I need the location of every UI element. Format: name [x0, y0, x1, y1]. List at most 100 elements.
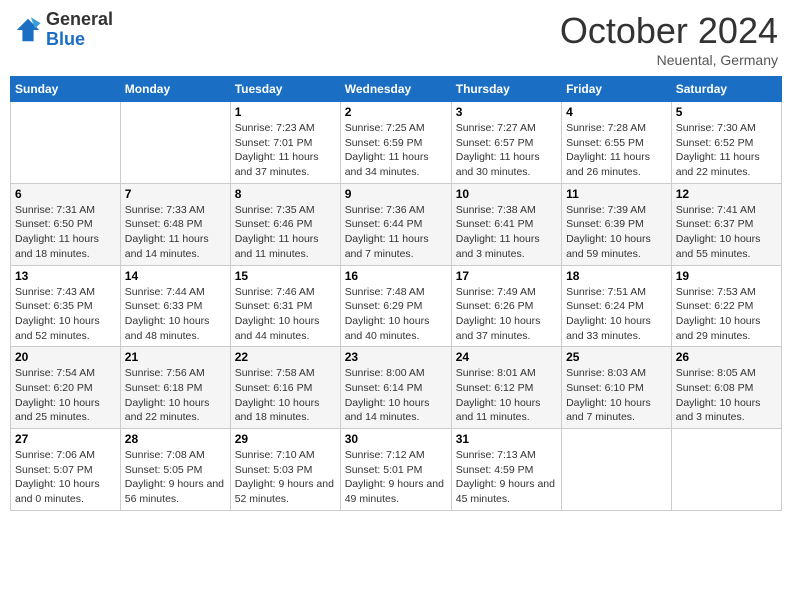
calendar-cell: 2Sunrise: 7:25 AMSunset: 6:59 PMDaylight…: [340, 102, 451, 184]
day-number: 29: [235, 432, 336, 446]
calendar-cell: 18 Sunrise: 7:51 AMSunset: 6:24 PMDayligh…: [562, 265, 672, 347]
calendar-cell: 7 Sunrise: 7:33 AMSunset: 6:48 PMDaylight…: [120, 183, 230, 265]
day-number: 28: [125, 432, 226, 446]
logo-blue-text: Blue: [46, 29, 85, 49]
calendar-cell: [120, 102, 230, 184]
day-info: Sunrise: 7:12 AMSunset: 5:01 PMDaylight:…: [345, 448, 447, 507]
calendar-cell: 21 Sunrise: 7:56 AMSunset: 6:18 PMDayligh…: [120, 347, 230, 429]
month-title: October 2024: [560, 10, 778, 52]
calendar-week-2: 6 Sunrise: 7:31 AMSunset: 6:50 PMDaylight…: [11, 183, 782, 265]
calendar-week-4: 20 Sunrise: 7:54 AMSunset: 6:20 PMDayligh…: [11, 347, 782, 429]
calendar-cell: 3Sunrise: 7:27 AMSunset: 6:57 PMDaylight…: [451, 102, 561, 184]
day-number: 13: [15, 269, 116, 283]
day-info: Sunrise: 7:54 AMSunset: 6:20 PMDaylight:…: [15, 366, 116, 425]
calendar-cell: 5Sunrise: 7:30 AMSunset: 6:52 PMDaylight…: [671, 102, 781, 184]
calendar-cell: 16 Sunrise: 7:48 AMSunset: 6:29 PMDayligh…: [340, 265, 451, 347]
calendar-cell: 22Sunrise: 7:58 AMSunset: 6:16 PMDayligh…: [230, 347, 340, 429]
day-number: 12: [676, 187, 777, 201]
day-info: Sunrise: 8:01 AMSunset: 6:12 PMDaylight:…: [456, 366, 557, 425]
day-info: Sunrise: 8:00 AMSunset: 6:14 PMDaylight:…: [345, 366, 447, 425]
day-info: Sunrise: 7:44 AMSunset: 6:33 PMDaylight:…: [125, 285, 226, 344]
calendar-table: SundayMondayTuesdayWednesdayThursdayFrid…: [10, 76, 782, 511]
calendar-cell: 19Sunrise: 7:53 AMSunset: 6:22 PMDayligh…: [671, 265, 781, 347]
day-number: 18: [566, 269, 667, 283]
weekday-header-tuesday: Tuesday: [230, 77, 340, 102]
day-info: Sunrise: 7:43 AMSunset: 6:35 PMDaylight:…: [15, 285, 116, 344]
day-number: 27: [15, 432, 116, 446]
day-number: 2: [345, 105, 447, 119]
day-number: 11: [566, 187, 667, 201]
day-info: Sunrise: 7:48 AMSunset: 6:29 PMDaylight:…: [345, 285, 447, 344]
day-info: Sunrise: 8:03 AMSunset: 6:10 PMDaylight:…: [566, 366, 667, 425]
logo-general-text: General: [46, 9, 113, 29]
day-number: 15: [235, 269, 336, 283]
day-number: 21: [125, 350, 226, 364]
calendar-cell: 6 Sunrise: 7:31 AMSunset: 6:50 PMDaylight…: [11, 183, 121, 265]
day-info: Sunrise: 7:27 AMSunset: 6:57 PMDaylight:…: [456, 121, 557, 180]
day-info: Sunrise: 7:56 AMSunset: 6:18 PMDaylight:…: [125, 366, 226, 425]
day-number: 31: [456, 432, 557, 446]
day-number: 16: [345, 269, 447, 283]
day-info: Sunrise: 7:36 AMSunset: 6:44 PMDaylight:…: [345, 203, 447, 262]
day-info: Sunrise: 7:13 AMSunset: 4:59 PMDaylight:…: [456, 448, 557, 507]
day-info: Sunrise: 7:39 AMSunset: 6:39 PMDaylight:…: [566, 203, 667, 262]
calendar-cell: 31 Sunrise: 7:13 AMSunset: 4:59 PMDayligh…: [451, 429, 561, 511]
day-info: Sunrise: 8:05 AMSunset: 6:08 PMDaylight:…: [676, 366, 777, 425]
location-subtitle: Neuental, Germany: [560, 52, 778, 68]
calendar-cell: 14 Sunrise: 7:44 AMSunset: 6:33 PMDayligh…: [120, 265, 230, 347]
day-number: 1: [235, 105, 336, 119]
calendar-cell: 12Sunrise: 7:41 AMSunset: 6:37 PMDayligh…: [671, 183, 781, 265]
calendar-cell: 23 Sunrise: 8:00 AMSunset: 6:14 PMDayligh…: [340, 347, 451, 429]
calendar-cell: 4 Sunrise: 7:28 AMSunset: 6:55 PMDaylight…: [562, 102, 672, 184]
day-info: Sunrise: 7:49 AMSunset: 6:26 PMDaylight:…: [456, 285, 557, 344]
day-number: 10: [456, 187, 557, 201]
weekday-header-saturday: Saturday: [671, 77, 781, 102]
weekday-header-wednesday: Wednesday: [340, 77, 451, 102]
calendar-cell: 1Sunrise: 7:23 AMSunset: 7:01 PMDaylight…: [230, 102, 340, 184]
calendar-cell: 30 Sunrise: 7:12 AMSunset: 5:01 PMDayligh…: [340, 429, 451, 511]
calendar-cell: [11, 102, 121, 184]
day-number: 24: [456, 350, 557, 364]
calendar-week-1: 1Sunrise: 7:23 AMSunset: 7:01 PMDaylight…: [11, 102, 782, 184]
day-info: Sunrise: 7:06 AMSunset: 5:07 PMDaylight:…: [15, 448, 116, 507]
day-number: 26: [676, 350, 777, 364]
title-block: October 2024 Neuental, Germany: [560, 10, 778, 68]
day-info: Sunrise: 7:38 AMSunset: 6:41 PMDaylight:…: [456, 203, 557, 262]
day-number: 14: [125, 269, 226, 283]
day-number: 6: [15, 187, 116, 201]
day-number: 20: [15, 350, 116, 364]
calendar-cell: 11 Sunrise: 7:39 AMSunset: 6:39 PMDayligh…: [562, 183, 672, 265]
weekday-header-sunday: Sunday: [11, 77, 121, 102]
day-info: Sunrise: 7:51 AMSunset: 6:24 PMDaylight:…: [566, 285, 667, 344]
day-number: 23: [345, 350, 447, 364]
calendar-cell: 10 Sunrise: 7:38 AMSunset: 6:41 PMDayligh…: [451, 183, 561, 265]
logo: General Blue: [14, 10, 113, 50]
calendar-cell: 25 Sunrise: 8:03 AMSunset: 6:10 PMDayligh…: [562, 347, 672, 429]
day-number: 9: [345, 187, 447, 201]
day-info: Sunrise: 7:53 AMSunset: 6:22 PMDaylight:…: [676, 285, 777, 344]
calendar-cell: 24 Sunrise: 8:01 AMSunset: 6:12 PMDayligh…: [451, 347, 561, 429]
day-number: 4: [566, 105, 667, 119]
day-info: Sunrise: 7:31 AMSunset: 6:50 PMDaylight:…: [15, 203, 116, 262]
day-info: Sunrise: 7:28 AMSunset: 6:55 PMDaylight:…: [566, 121, 667, 180]
day-info: Sunrise: 7:08 AMSunset: 5:05 PMDaylight:…: [125, 448, 226, 507]
weekday-header-monday: Monday: [120, 77, 230, 102]
day-info: Sunrise: 7:33 AMSunset: 6:48 PMDaylight:…: [125, 203, 226, 262]
calendar-cell: 9 Sunrise: 7:36 AMSunset: 6:44 PMDaylight…: [340, 183, 451, 265]
logo-icon: [14, 16, 42, 44]
day-info: Sunrise: 7:46 AMSunset: 6:31 PMDaylight:…: [235, 285, 336, 344]
weekday-header-row: SundayMondayTuesdayWednesdayThursdayFrid…: [11, 77, 782, 102]
day-number: 25: [566, 350, 667, 364]
day-number: 30: [345, 432, 447, 446]
calendar-cell: [671, 429, 781, 511]
calendar-week-5: 27 Sunrise: 7:06 AMSunset: 5:07 PMDayligh…: [11, 429, 782, 511]
day-number: 7: [125, 187, 226, 201]
day-number: 5: [676, 105, 777, 119]
calendar-cell: 15 Sunrise: 7:46 AMSunset: 6:31 PMDayligh…: [230, 265, 340, 347]
calendar-week-3: 13 Sunrise: 7:43 AMSunset: 6:35 PMDayligh…: [11, 265, 782, 347]
calendar-cell: 29Sunrise: 7:10 AMSunset: 5:03 PMDayligh…: [230, 429, 340, 511]
calendar-cell: 20 Sunrise: 7:54 AMSunset: 6:20 PMDayligh…: [11, 347, 121, 429]
day-number: 17: [456, 269, 557, 283]
calendar-cell: 8Sunrise: 7:35 AMSunset: 6:46 PMDaylight…: [230, 183, 340, 265]
day-number: 8: [235, 187, 336, 201]
